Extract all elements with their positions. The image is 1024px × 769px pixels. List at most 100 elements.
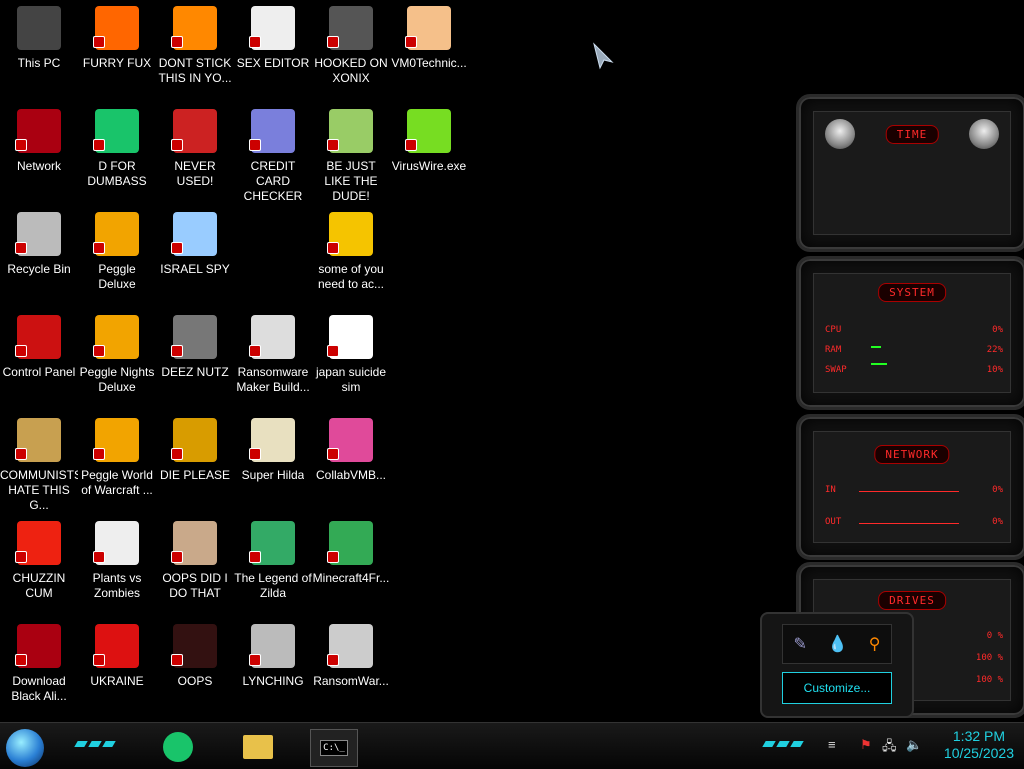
- clock-time: 1:32 PM: [952, 728, 1006, 744]
- desktop-icon[interactable]: BE JUST LIKE THE DUDE!: [312, 103, 390, 204]
- taskbar-accent: [790, 741, 804, 747]
- peggle-icon: [93, 315, 139, 359]
- desktop-icon[interactable]: UKRAINE: [78, 618, 156, 689]
- tray-app-icon[interactable]: ✎: [793, 634, 806, 654]
- command-prompt-taskbar-button[interactable]: C:\_: [310, 729, 358, 767]
- desktop-icon-label: Minecraft4Fr...: [312, 571, 390, 585]
- desktop-icon[interactable]: OOPS DID I DO THAT: [156, 515, 234, 601]
- desktop-icon[interactable]: OOPS: [156, 618, 234, 689]
- shortcut-arrow-icon: [249, 654, 261, 666]
- desktop-icon[interactable]: some of you need to ac...: [312, 206, 390, 292]
- swap-row: SWAP 10%: [825, 365, 1003, 375]
- desktop-icon[interactable]: CHUZZIN CUM: [0, 515, 78, 601]
- skull-ring-icon: [327, 624, 373, 668]
- desktop-icon-label: OOPS DID I DO THAT: [162, 571, 228, 600]
- magnifier-icon[interactable]: ⚲: [869, 634, 881, 654]
- shortcut-arrow-icon: [93, 36, 105, 48]
- shortcut-arrow-icon: [327, 139, 339, 151]
- desktop-icon[interactable]: Peggle Deluxe: [78, 206, 156, 292]
- recycle-bin-icon: [15, 212, 61, 256]
- taskbar-accent: [776, 741, 790, 747]
- network-gadget[interactable]: NETWORK IN 0% OUT 0%: [796, 414, 1024, 560]
- shortcut-arrow-icon: [171, 36, 183, 48]
- pixel-character-icon: [249, 418, 295, 462]
- desktop-icon[interactable]: Super Hilda: [234, 412, 312, 483]
- cpu-label: CPU: [825, 325, 842, 335]
- volume-icon[interactable]: 🔈: [906, 737, 922, 753]
- action-center-flag-icon[interactable]: ⚑: [860, 737, 872, 753]
- network-status-icon[interactable]: 🖧: [882, 737, 897, 759]
- de-letters-icon: [171, 418, 217, 462]
- desktop-icon[interactable]: Minecraft4Fr...: [312, 515, 390, 586]
- desktop-icon[interactable]: LYNCHING: [234, 618, 312, 689]
- desktop-icon[interactable]: NEVER USED!: [156, 103, 234, 189]
- folder-icon: [243, 735, 273, 759]
- desktop-icon-label: DONT STICK THIS IN YO...: [158, 56, 232, 85]
- desktop-icon[interactable]: Ransomware Maker Build...: [234, 309, 312, 395]
- desktop-icon-label: NEVER USED!: [174, 159, 216, 188]
- taskbar-accent: [88, 741, 102, 747]
- desktop-icon[interactable]: Plants vs Zombies: [78, 515, 156, 601]
- shortcut-arrow-icon: [249, 345, 261, 357]
- taskbar-accent: [102, 741, 116, 747]
- desktop-icon[interactable]: RansomWar...: [312, 618, 390, 689]
- doctor-icon: [405, 6, 451, 50]
- shortcut-arrow-icon: [171, 139, 183, 151]
- taskbar-clock[interactable]: 1:32 PM 10/25/2023: [944, 728, 1014, 762]
- time-gadget[interactable]: TIME: [796, 94, 1024, 252]
- shortcut-arrow-icon: [15, 448, 27, 460]
- file-explorer-taskbar-button[interactable]: [238, 729, 278, 765]
- start-button[interactable]: [6, 729, 44, 767]
- desktop-icon[interactable]: ISRAEL SPY: [156, 206, 234, 277]
- shortcut-arrow-icon: [249, 551, 261, 563]
- desktop-icon[interactable]: D FOR DUMBASS: [78, 103, 156, 189]
- shortcut-arrow-icon: [93, 139, 105, 151]
- drive-value: 0 %: [986, 631, 1003, 641]
- desktop-icon[interactable]: Peggle World of Warcraft ...: [78, 412, 156, 498]
- desktop-icon[interactable]: Recycle Bin: [0, 206, 78, 277]
- network-in-value: 0%: [992, 485, 1003, 495]
- control-panel-icon: [15, 315, 61, 359]
- tray-overflow-icons: ✎ 💧 ⚲: [782, 624, 892, 664]
- document-icon: [327, 315, 373, 359]
- desktop-icon[interactable]: DEEZ NUTZ: [156, 309, 234, 380]
- network-out-label: OUT: [825, 517, 842, 527]
- desktop-icon[interactable]: Peggle Nights Deluxe: [78, 309, 156, 395]
- desktop-icon-label: This PC: [17, 56, 61, 70]
- desktop-icon[interactable]: Control Panel: [0, 309, 78, 380]
- swap-bar: [871, 363, 887, 365]
- desktop-icon-label: some of you need to ac...: [317, 262, 385, 291]
- desktop-icon[interactable]: FURRY FUX: [78, 0, 156, 71]
- desktop-icon-label: CollabVMB...: [315, 468, 387, 482]
- desktop-icon[interactable]: japan suicide sim: [312, 309, 390, 395]
- desktop-icon-label: SEX EDITOR: [236, 56, 310, 70]
- desktop-icon[interactable]: Download Black Ali...: [0, 618, 78, 704]
- customize-button[interactable]: Customize...: [782, 672, 892, 704]
- desktop-icon[interactable]: SEX EDITOR: [234, 0, 312, 71]
- desktop-icon-label: UKRAINE: [90, 674, 144, 688]
- chat-app-taskbar-button[interactable]: [158, 729, 198, 765]
- desktop-icon[interactable]: The Legend of Zilda: [234, 515, 312, 601]
- desktop-icon[interactable]: This PC: [0, 0, 78, 71]
- desktop-icon[interactable]: VM0Technic...: [390, 0, 468, 71]
- system-gadget[interactable]: SYSTEM CPU 0% RAM 22% SWAP 10%: [796, 256, 1024, 410]
- droplet-icon[interactable]: 💧: [828, 634, 848, 654]
- show-hidden-icons-icon[interactable]: ≡: [828, 737, 836, 752]
- drives-gadget-title: DRIVES: [878, 591, 946, 610]
- desktop-icon[interactable]: DIE PLEASE: [156, 412, 234, 483]
- taskbar-accent: [762, 741, 776, 747]
- alien-head-icon: [969, 119, 999, 149]
- desktop-icon[interactable]: CREDIT CARD CHECKER: [234, 103, 312, 204]
- desktop-icon[interactable]: VirusWire.exe: [390, 103, 468, 174]
- network-spy-icon: [171, 212, 217, 256]
- desktop-icon-label: The Legend of Zilda: [234, 571, 312, 600]
- swap-label: SWAP: [825, 365, 847, 375]
- desktop-icon[interactable]: HOOKED ON XONIX: [312, 0, 390, 86]
- desktop-icon[interactable]: Network: [0, 103, 78, 174]
- shortcut-arrow-icon: [249, 36, 261, 48]
- desktop-icon[interactable]: DONT STICK THIS IN YO...: [156, 0, 234, 86]
- desktop-icon[interactable]: CollabVMB...: [312, 412, 390, 483]
- peggle-icon: [93, 418, 139, 462]
- vlc-cone-icon: [171, 6, 217, 50]
- desktop-icon[interactable]: COMMUNISTS HATE THIS G...: [0, 412, 78, 513]
